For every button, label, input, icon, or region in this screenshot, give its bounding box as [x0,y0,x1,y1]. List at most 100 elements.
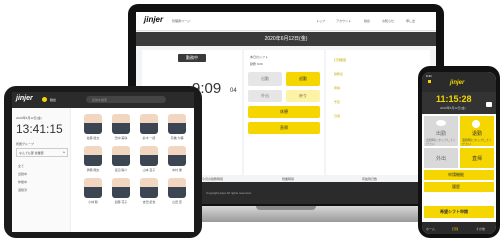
side-menu-item-timesheet[interactable]: 勤務表 [334,72,343,76]
nav-item-news[interactable]: お知らせ [382,19,394,23]
tablet-screen: jinjer 勤怠 名前を検索 2020年6月12日(金) 13:41:15 所… [12,92,194,232]
nav-item-request[interactable]: 申し出 [406,19,415,23]
employee-avatar[interactable] [84,146,102,166]
laptop-page-name: 管理者ページ [172,19,190,23]
phone-shift-button[interactable]: 希望シフト申請 [424,206,494,218]
employee-avatar[interactable] [112,114,130,134]
camera-icon[interactable] [486,102,492,107]
tablet-header: jinjer 勤怠 名前を検索 [12,92,194,108]
phone-leave-button[interactable]: 外出 [424,148,458,168]
employee-avatar[interactable] [84,114,102,134]
chevron-down-icon: ▸ [63,150,65,154]
leave-button[interactable]: 外出 [248,90,282,102]
clock-in-button[interactable]: 出勤 [248,72,282,86]
employee-name: 吉田 拓也 [142,200,156,204]
menu-left[interactable]: 退勤済 [18,188,27,192]
tablet-left-panel: 2020年6月12日(金) 13:41:15 所属グループ なんでも部 営業部 … [12,108,71,232]
history-label: 履歴 [452,184,460,189]
employee-avatar[interactable] [168,146,186,166]
phone-request-button[interactable]: 申請機能 [424,170,494,180]
employee-name: 小林 聡 [88,200,98,204]
status-badge: 勤務中 [178,54,206,62]
summary-overtime: 残業時間 [282,177,295,181]
phone-clock: 11:15:28 [436,94,472,104]
time-seconds: 04 [230,88,237,94]
laptop-notch [256,206,316,210]
break-start-button[interactable]: 休憩 [248,106,320,118]
employee-name: 田中 美咲 [114,136,128,140]
employee-name: 佐藤 健太 [86,136,100,140]
menu-break[interactable]: 休憩中 [18,180,27,184]
employee-avatar[interactable] [140,114,158,134]
sun-icon [436,120,446,126]
nav-item-account[interactable]: アカウント [336,19,351,23]
employee-name: 山田 恵 [172,200,182,204]
menu-working[interactable]: 出勤中 [18,172,27,176]
return-label: 直帰 [472,156,483,162]
tab-other[interactable]: その他 [476,227,485,231]
employee-name: 加藤 花子 [114,200,128,204]
tablet-logo: jinjer [16,95,33,102]
employee-avatar[interactable] [168,178,186,198]
nav-item-top[interactable]: トップ [316,19,325,23]
leave-label: 外出 [436,156,447,162]
laptop-topbar: jinjer 管理者ページ トップ アカウント 勤怠 お知らせ 申し出 [136,12,436,31]
phone-screen: 9:41 jinjer 11:15:28 2020年6月12日(金) 出勤 出勤… [422,72,496,234]
clock-out-button[interactable]: 退勤 [286,72,320,86]
employee-avatar[interactable] [140,146,158,166]
phone-status-time: 9:41 [426,74,432,78]
side-menu-item-history[interactable]: 打刻履歴 [334,58,346,62]
phone-return-button[interactable]: 直帰 [460,148,494,168]
clock-out-label: 退勤 [472,131,483,137]
phone-clock-in-button[interactable]: 出勤 出勤時にタップしてください [424,116,458,146]
phone-history-button[interactable]: 履歴 [424,182,494,192]
employee-avatar[interactable] [140,178,158,198]
phone-clock-area: 11:15:28 2020年6月12日(金) [422,92,496,114]
return-button[interactable]: 戻り [286,90,320,102]
phone-header: 9:41 jinjer [422,72,496,92]
employee-name: 伊藤 翔太 [86,168,100,172]
tab-home[interactable]: ホーム [426,227,435,231]
search-placeholder: 名前を検索 [92,98,108,102]
stamp-panel: 本日のシフト 勤務 9:00 出勤 退勤 外出 戻り 休憩 直帰 [244,50,324,175]
copyright-text: Copyright jinjer All rights reserved. [206,191,252,195]
tablet-search-input[interactable]: 名前を検索 [86,96,166,103]
menu-icon[interactable] [428,80,431,83]
nav-item-attendance[interactable]: 勤怠 [364,19,370,23]
shift-label: 希望シフト申請 [440,209,468,214]
employee-name: 高橋 大輔 [170,136,184,140]
group-label: 所属グループ [16,142,34,146]
side-menu-item-report[interactable]: 日報 [334,114,340,118]
group-value: なんでも部 営業部 [19,151,44,155]
employee-avatar[interactable] [112,178,130,198]
employee-avatar[interactable] [168,114,186,134]
phone-tab-bar: ホーム 打刻 その他 [422,222,496,234]
employee-name: 鈴木 一郎 [142,136,156,140]
menu-all[interactable]: 全て [18,164,24,168]
employee-grid: 佐藤 健太 田中 美咲 鈴木 一郎 高橋 大輔 伊藤 翔太 渡辺 陽介 山本 直… [72,110,194,232]
date-banner: 2020年6月12日(金) [136,32,436,46]
tablet-date: 2020年6月12日(金) [16,116,42,120]
employee-name: 中村 優 [172,168,182,172]
side-menu: 打刻履歴 勤務表 申請 予定 日報 [326,50,430,175]
side-menu-item-request[interactable]: 申請 [334,86,340,90]
employee-name: 山本 直子 [142,168,156,172]
tablet-header-label: 勤怠 [50,98,57,102]
employee-avatar[interactable] [84,178,102,198]
employee-name: 渡辺 陽介 [114,168,128,172]
moon-icon [472,120,480,128]
phone-clock-out-button[interactable]: 退勤 退勤時にタップしてください [460,116,494,146]
tablet-clock: 13:41:15 [16,122,63,136]
laptop-logo: jinjer [144,15,164,24]
schedule-line-2: 勤務 9:00 [250,62,263,66]
group-select[interactable]: なんでも部 営業部 ▸ [16,148,68,157]
phone-logo: jinjer [450,80,465,86]
tab-stamp[interactable]: 打刻 [452,227,458,231]
employee-avatar[interactable] [112,146,130,166]
clock-out-sub: 退勤時にタップしてください [462,138,492,146]
request-label: 申請機能 [448,172,464,177]
side-menu-item-schedule[interactable]: 予定 [334,100,340,104]
phone-date: 2020年6月12日(金) [440,106,466,110]
tablet-status-icon [42,97,47,102]
direct-button[interactable]: 直帰 [248,122,320,134]
